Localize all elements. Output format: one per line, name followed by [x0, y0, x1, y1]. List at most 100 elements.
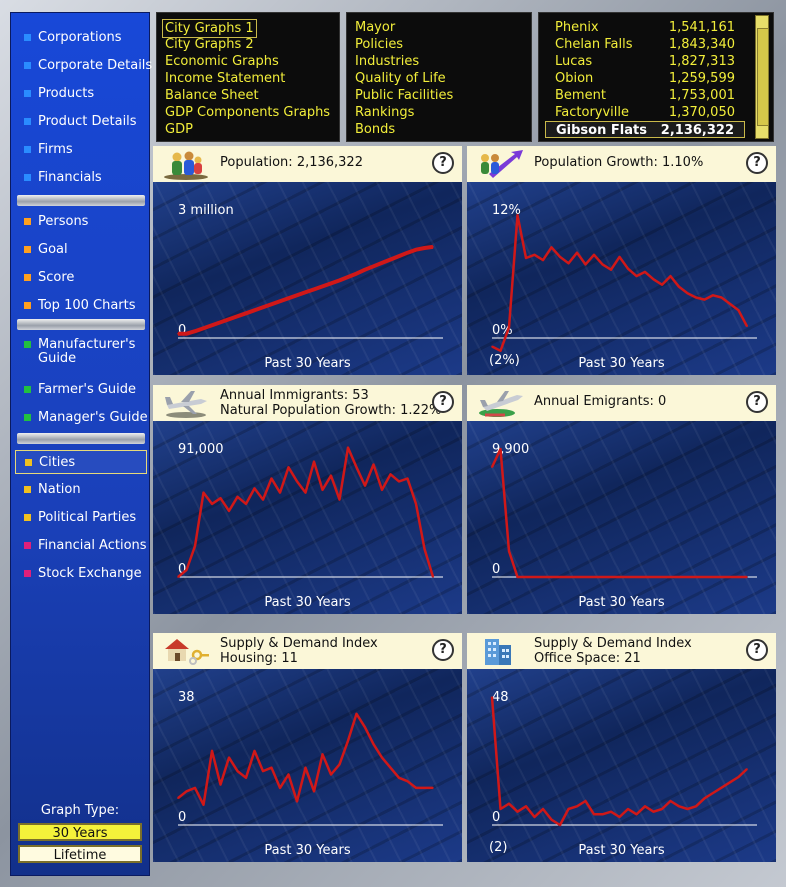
data-point [695, 805, 697, 808]
data-point [321, 489, 324, 491]
sidebar-item-firms[interactable]: Firms [15, 138, 147, 162]
menu-graphs-gdp-components-graphs[interactable]: GDP Components Graphs [165, 104, 330, 121]
data-point [423, 548, 426, 550]
sidebar-item-stock-exchange[interactable]: Stock Exchange [15, 562, 147, 586]
sidebar-item-financial-actions[interactable]: Financial Actions [15, 534, 147, 558]
sidebar-item-cities[interactable]: Cities [15, 450, 147, 474]
sidebar-item-products[interactable]: Products [15, 82, 147, 106]
graph-panel: Annual Immigrants: 53 Natural Population … [153, 385, 462, 614]
sidebar-item-corporations[interactable]: Corporations [15, 26, 147, 50]
help-icon[interactable]: ? [432, 391, 454, 413]
graph-title: Supply & Demand Index [534, 636, 692, 651]
data-point [398, 255, 400, 257]
data-point [746, 768, 748, 770]
data-point [219, 783, 222, 786]
data-point [355, 466, 358, 469]
y-axis-zero-label: 0 [178, 810, 186, 825]
city-row-gibson-flats[interactable]: Gibson Flats 2,136,322 [545, 121, 745, 138]
sidebar-item-top-100-charts[interactable]: Top 100 Charts [15, 294, 147, 318]
city-row-factoryville[interactable]: Factoryville 1,370,050 [545, 104, 745, 121]
help-icon[interactable]: ? [746, 152, 768, 174]
data-point [644, 576, 646, 578]
sidebar-item-farmer-s-guide[interactable]: Farmer's Guide [15, 378, 147, 402]
y-axis-zero-label: 0 [492, 810, 500, 825]
bullet-square-icon [24, 414, 31, 421]
data-point [644, 805, 646, 808]
data-point [737, 776, 740, 778]
sidebar-item-political-parties[interactable]: Political Parties [15, 506, 147, 530]
data-point [525, 576, 527, 578]
data-point [347, 446, 349, 449]
city-list: Phenix 1,541,161 Chelan Falls 1,843,340 Luca… [538, 12, 774, 142]
data-point [499, 448, 502, 450]
sidebar-item-label: Goal [38, 242, 68, 257]
data-point [228, 318, 230, 320]
graph-panel-header: Annual Emigrants: 0? [467, 385, 776, 421]
data-point [253, 750, 256, 752]
help-icon[interactable]: ? [432, 152, 454, 174]
menu-city-public-facilities[interactable]: Public Facilities [355, 87, 453, 104]
menu-city-mayor[interactable]: Mayor [355, 19, 395, 36]
city-list-scrollbar[interactable] [755, 15, 769, 139]
data-point [202, 327, 205, 329]
menu-graphs-city-graphs-2[interactable]: City Graphs 2 [165, 36, 254, 53]
graph-title: Population Growth: 1.10% [534, 155, 704, 170]
sidebar-item-product-details[interactable]: Product Details [15, 110, 147, 134]
help-icon[interactable]: ? [432, 639, 454, 661]
menu-city-policies[interactable]: Policies [355, 36, 403, 53]
menu-graphs-gdp[interactable]: GDP [165, 121, 193, 138]
sidebar-item-score[interactable]: Score [15, 266, 147, 290]
data-point [635, 275, 638, 277]
bullet-square-icon [24, 34, 31, 41]
bullet-square-icon [24, 386, 31, 393]
data-point [627, 808, 629, 810]
population-icon [161, 148, 211, 180]
help-icon[interactable]: ? [746, 639, 768, 661]
graph-type-lifetime-button[interactable]: Lifetime [18, 845, 142, 863]
scrollbar-thumb[interactable] [757, 28, 769, 126]
data-point [686, 576, 689, 578]
population-growth-icon [475, 148, 525, 180]
sidebar-item-label: Manager's Guide [38, 410, 148, 425]
sidebar-item-manager-s-guide[interactable]: Manager's Guide [15, 406, 148, 430]
line-chart: 38 0 Past 30 Years [177, 690, 443, 858]
data-point [601, 813, 604, 816]
data-point [389, 473, 392, 476]
data-point [219, 497, 222, 499]
city-row-obion[interactable]: Obion 1,259,599 [545, 70, 745, 87]
menu-graphs-balance-sheet[interactable]: Balance Sheet [165, 87, 259, 104]
y-axis-zero-label: 0 [178, 323, 186, 338]
sidebar-item-persons[interactable]: Persons [15, 210, 147, 234]
menu-graphs-economic-graphs[interactable]: Economic Graphs [165, 53, 279, 70]
bullet-square-icon [24, 486, 31, 493]
graph-panel-header: Supply & Demand Index Office Space: 21? [467, 633, 776, 669]
menu-city-quality-of-life[interactable]: Quality of Life [355, 70, 446, 87]
data-point [185, 569, 188, 571]
data-point [262, 498, 264, 501]
data-point [296, 294, 298, 297]
sidebar-item-manufacturer-s-guide[interactable]: Manufacturer's Guide [15, 336, 147, 372]
data-point [279, 787, 281, 789]
city-row-chelan-falls[interactable]: Chelan Falls 1,843,340 [545, 36, 745, 53]
menu-city-bonds[interactable]: Bonds [355, 121, 395, 138]
help-icon[interactable]: ? [746, 391, 768, 413]
menu-city-rankings[interactable]: Rankings [355, 104, 414, 121]
data-point [313, 790, 315, 793]
data-point [499, 808, 502, 810]
data-point [194, 787, 196, 789]
sidebar-item-nation[interactable]: Nation [15, 478, 147, 502]
data-point [211, 503, 213, 505]
city-row-bement[interactable]: Bement 1,753,001 [545, 87, 745, 104]
data-point [432, 246, 434, 248]
menu-city-industries[interactable]: Industries [355, 53, 419, 70]
city-row-phenix[interactable]: Phenix 1,541,161 [545, 19, 745, 36]
graph-type-30-years-button[interactable]: 30 Years [18, 823, 142, 841]
sidebar-item-goal[interactable]: Goal [15, 238, 147, 262]
city-row-lucas[interactable]: Lucas 1,827,313 [545, 53, 745, 70]
sidebar-item-financials[interactable]: Financials [15, 166, 147, 190]
graph-panel-header: Supply & Demand Index Housing: 11? [153, 633, 462, 669]
menu-graphs-income-statement[interactable]: Income Statement [165, 70, 285, 87]
sidebar-item-corporate-details[interactable]: Corporate Details [15, 54, 152, 78]
data-point [211, 750, 213, 752]
sidebar-item-label: Top 100 Charts [38, 298, 136, 313]
